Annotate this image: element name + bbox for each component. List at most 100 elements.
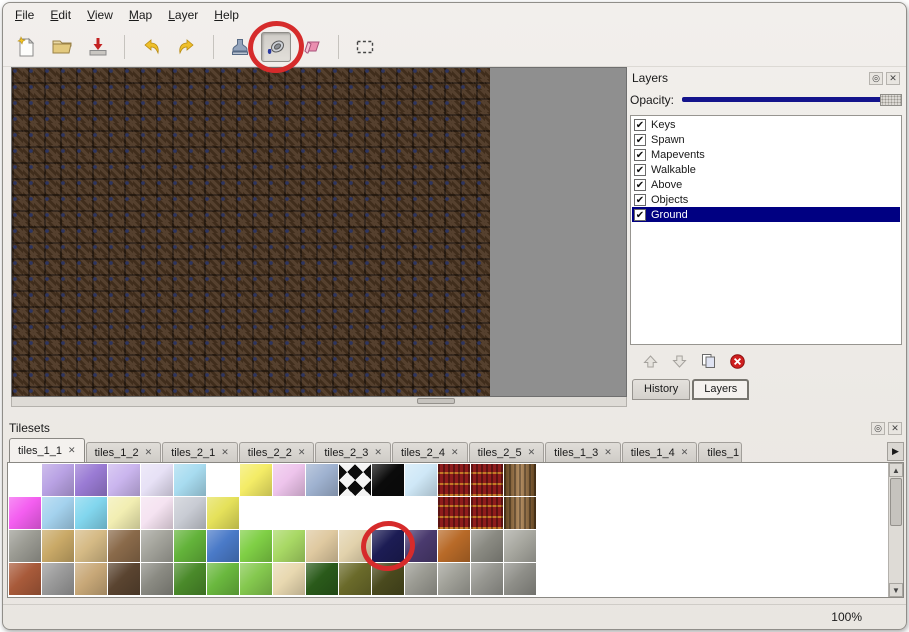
close-panel-icon[interactable]: ✕ bbox=[888, 422, 902, 435]
close-tab-icon[interactable]: ✕ bbox=[374, 447, 382, 458]
tileset-tile[interactable] bbox=[306, 530, 338, 562]
close-tab-icon[interactable]: ✕ bbox=[451, 447, 459, 458]
menu-edit[interactable]: Edit bbox=[42, 5, 79, 25]
move-layer-down-button[interactable] bbox=[671, 354, 688, 369]
undo-button[interactable] bbox=[136, 32, 166, 62]
tileset-tile[interactable] bbox=[504, 497, 536, 529]
close-tab-icon[interactable]: ✕ bbox=[681, 447, 689, 458]
layer-visibility-checkbox[interactable]: ✔ bbox=[634, 149, 646, 161]
tileset-tile[interactable] bbox=[339, 563, 371, 595]
layer-visibility-checkbox[interactable]: ✔ bbox=[634, 194, 646, 206]
tileset-tile[interactable] bbox=[108, 497, 140, 529]
new-map-button[interactable] bbox=[11, 32, 41, 62]
tileset-tab-tiles_1_4[interactable]: tiles_1_4✕ bbox=[622, 442, 698, 462]
layer-row-walkable[interactable]: ✔Walkable bbox=[632, 162, 900, 177]
tileset-tile[interactable] bbox=[9, 530, 41, 562]
tileset-tile[interactable] bbox=[438, 563, 470, 595]
tileset-tile[interactable] bbox=[240, 497, 272, 529]
tileset-tab-tiles_1[interactable]: tiles_1✕ bbox=[698, 442, 742, 462]
layer-visibility-checkbox[interactable]: ✔ bbox=[634, 179, 646, 191]
tileset-tile[interactable] bbox=[273, 530, 305, 562]
tileset-tile[interactable] bbox=[174, 464, 206, 496]
scrollbar-thumb[interactable] bbox=[417, 398, 455, 404]
close-tab-icon[interactable]: ✕ bbox=[145, 447, 153, 458]
tileset-tile[interactable] bbox=[438, 530, 470, 562]
tileset-tile[interactable] bbox=[471, 563, 503, 595]
tileset-tile[interactable] bbox=[9, 497, 41, 529]
menu-view[interactable]: View bbox=[79, 5, 121, 25]
tileset-tile[interactable] bbox=[174, 563, 206, 595]
tileset-tile[interactable] bbox=[141, 497, 173, 529]
tileset-tile[interactable] bbox=[108, 530, 140, 562]
menu-map[interactable]: Map bbox=[121, 5, 160, 25]
tileset-tile[interactable] bbox=[405, 563, 437, 595]
tileset-tile[interactable] bbox=[372, 563, 404, 595]
tileset-tab-tiles_1_3[interactable]: tiles_1_3✕ bbox=[545, 442, 621, 462]
float-panel-icon[interactable]: ◎ bbox=[871, 422, 885, 435]
tileset-tile[interactable] bbox=[504, 530, 536, 562]
layer-row-ground[interactable]: ✔Ground bbox=[632, 207, 900, 222]
tileset-tile[interactable] bbox=[405, 530, 437, 562]
tileset-tile[interactable] bbox=[438, 464, 470, 496]
tileset-tile[interactable] bbox=[174, 497, 206, 529]
tileset-tile[interactable] bbox=[141, 563, 173, 595]
tileset-tile[interactable] bbox=[9, 563, 41, 595]
tileset-tile[interactable] bbox=[108, 464, 140, 496]
close-panel-icon[interactable]: ✕ bbox=[886, 72, 900, 85]
close-tab-icon[interactable]: ✕ bbox=[68, 445, 76, 456]
tileset-tab-tiles_1_2[interactable]: tiles_1_2✕ bbox=[86, 442, 162, 462]
tileset-tab-tiles_2_5[interactable]: tiles_2_5✕ bbox=[469, 442, 545, 462]
redo-button[interactable] bbox=[172, 32, 202, 62]
close-tab-icon[interactable]: ✕ bbox=[221, 447, 229, 458]
tileset-tile[interactable] bbox=[207, 563, 239, 595]
tileset-tile[interactable] bbox=[141, 464, 173, 496]
opacity-slider-handle[interactable] bbox=[880, 94, 902, 106]
tileset-tile[interactable] bbox=[504, 464, 536, 496]
save-button[interactable] bbox=[83, 32, 113, 62]
tileset-tile[interactable] bbox=[372, 530, 404, 562]
float-panel-icon[interactable]: ◎ bbox=[869, 72, 883, 85]
tileset-tile[interactable] bbox=[273, 464, 305, 496]
scroll-up-button[interactable]: ▲ bbox=[889, 463, 903, 477]
tileset-tile[interactable] bbox=[273, 497, 305, 529]
tileset-tab-tiles_2_3[interactable]: tiles_2_3✕ bbox=[315, 442, 391, 462]
tileset-tile[interactable] bbox=[42, 497, 74, 529]
tileset-tile[interactable] bbox=[471, 497, 503, 529]
tileset-tile[interactable] bbox=[75, 530, 107, 562]
tileset-tile[interactable] bbox=[207, 497, 239, 529]
tileset-tab-tiles_2_1[interactable]: tiles_2_1✕ bbox=[162, 442, 238, 462]
menu-layer[interactable]: Layer bbox=[160, 5, 206, 25]
tileset-tile[interactable] bbox=[306, 497, 338, 529]
close-tab-icon[interactable]: ✕ bbox=[604, 447, 612, 458]
tileset-tile[interactable] bbox=[438, 497, 470, 529]
close-tab-icon[interactable]: ✕ bbox=[528, 447, 536, 458]
scrollbar-thumb[interactable] bbox=[890, 478, 902, 526]
tileset-tile[interactable] bbox=[141, 530, 173, 562]
tileset-tile[interactable] bbox=[207, 530, 239, 562]
tileset-tile[interactable] bbox=[42, 563, 74, 595]
layer-row-keys[interactable]: ✔Keys bbox=[632, 117, 900, 132]
tileset-tile[interactable] bbox=[471, 464, 503, 496]
layer-row-spawn[interactable]: ✔Spawn bbox=[632, 132, 900, 147]
tileset-tile[interactable] bbox=[372, 464, 404, 496]
layer-row-mapevents[interactable]: ✔Mapevents bbox=[632, 147, 900, 162]
tileset-tile[interactable] bbox=[471, 530, 503, 562]
tileset-tile[interactable] bbox=[240, 530, 272, 562]
close-tab-icon[interactable]: ✕ bbox=[298, 447, 306, 458]
layer-visibility-checkbox[interactable]: ✔ bbox=[634, 119, 646, 131]
map-tile-layer[interactable] bbox=[12, 68, 490, 396]
tileset-tile[interactable] bbox=[306, 464, 338, 496]
tileset-tile[interactable] bbox=[240, 464, 272, 496]
tileset-tile[interactable] bbox=[174, 530, 206, 562]
layer-row-objects[interactable]: ✔Objects bbox=[632, 192, 900, 207]
tileset-vertical-scrollbar[interactable]: ▲ ▼ bbox=[888, 463, 903, 597]
scroll-down-button[interactable]: ▼ bbox=[889, 583, 903, 597]
tileset-tile[interactable] bbox=[273, 563, 305, 595]
tileset-tile[interactable] bbox=[42, 464, 74, 496]
tileset-tab-tiles_2_2[interactable]: tiles_2_2✕ bbox=[239, 442, 315, 462]
tileset-tile[interactable] bbox=[339, 497, 371, 529]
tileset-tile[interactable] bbox=[372, 497, 404, 529]
duplicate-layer-button[interactable] bbox=[700, 353, 717, 369]
map-horizontal-scrollbar[interactable] bbox=[11, 397, 627, 407]
tileset-tab-tiles_2_4[interactable]: tiles_2_4✕ bbox=[392, 442, 468, 462]
